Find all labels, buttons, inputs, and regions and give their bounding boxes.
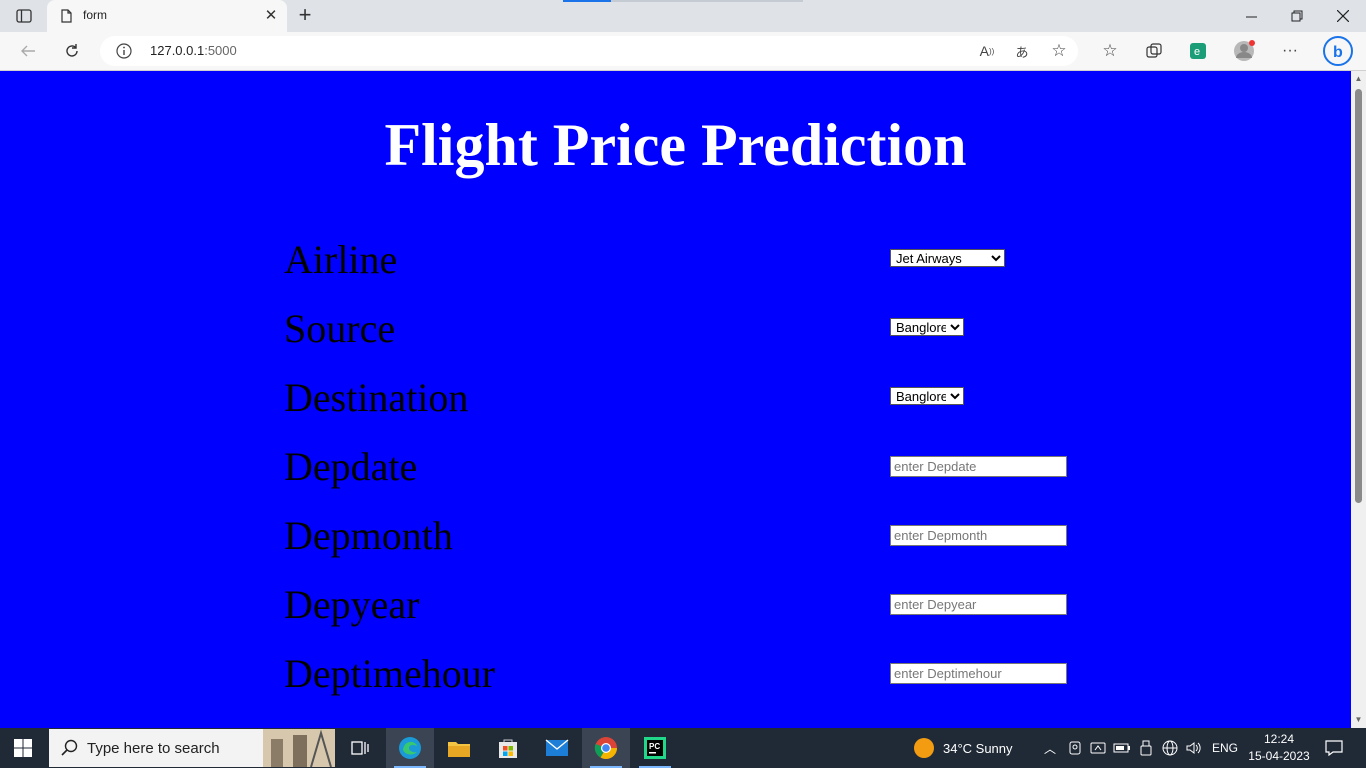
pycharm-taskbar-icon[interactable]: PC bbox=[631, 728, 679, 768]
depmonth-label: Depmonth bbox=[284, 513, 453, 558]
more-options-icon[interactable]: ··· bbox=[1279, 40, 1301, 62]
profile-avatar-icon[interactable] bbox=[1233, 40, 1255, 62]
camera-icon[interactable] bbox=[1066, 739, 1084, 757]
source-select[interactable]: Banglore bbox=[890, 318, 964, 336]
scroll-up-icon[interactable]: ▲ bbox=[1354, 74, 1363, 83]
svg-text:b: b bbox=[1333, 44, 1343, 61]
extension-icon[interactable]: e bbox=[1187, 40, 1209, 62]
svg-text:PC: PC bbox=[649, 742, 660, 751]
form-row-source: Source Banglore bbox=[284, 305, 1104, 355]
form-row-depyear: Depyear bbox=[284, 581, 1104, 631]
search-icon bbox=[61, 739, 78, 756]
clock-time: 12:24 bbox=[1263, 732, 1295, 746]
url-text: 127.0.0.1:5000 bbox=[150, 43, 237, 58]
weather-text[interactable]: 34°C Sunny bbox=[943, 728, 1013, 768]
usb-device-icon[interactable] bbox=[1137, 739, 1155, 757]
minimize-icon[interactable] bbox=[1228, 0, 1274, 32]
destination-label: Destination bbox=[284, 375, 469, 420]
collections-icon[interactable] bbox=[1143, 40, 1165, 62]
form-row-clipped bbox=[284, 714, 1104, 728]
show-hidden-icons-icon[interactable]: ︿ bbox=[1041, 739, 1059, 757]
tab-actions-icon[interactable] bbox=[8, 4, 40, 28]
language-indicator[interactable]: ENG bbox=[1212, 728, 1238, 768]
read-aloud-icon[interactable]: A)) bbox=[976, 40, 998, 62]
add-favorite-icon[interactable]: ☆ bbox=[1048, 40, 1070, 62]
notifications-icon[interactable] bbox=[1324, 738, 1344, 758]
back-icon[interactable] bbox=[17, 40, 39, 62]
system-clock[interactable]: 12:24 15-04-2023 bbox=[1244, 731, 1314, 765]
loading-track bbox=[611, 0, 803, 2]
task-view-icon[interactable] bbox=[336, 728, 384, 768]
mail-icon[interactable] bbox=[533, 728, 581, 768]
form-row-deptimehour: Deptimehour bbox=[284, 650, 1104, 700]
windows-start-icon[interactable] bbox=[14, 739, 32, 757]
restore-icon[interactable] bbox=[1274, 0, 1320, 32]
form-row-destination: Destination Banglore bbox=[284, 374, 1104, 424]
network-globe-icon[interactable] bbox=[1161, 739, 1179, 757]
file-explorer-icon[interactable] bbox=[435, 728, 483, 768]
form-row-depdate: Depdate bbox=[284, 443, 1104, 493]
deptimehour-input[interactable] bbox=[890, 663, 1067, 684]
source-label: Source bbox=[284, 306, 396, 351]
meet-now-icon[interactable] bbox=[1089, 739, 1107, 757]
airline-select[interactable]: Jet Airways bbox=[890, 249, 1005, 267]
page-title: Flight Price Prediction bbox=[384, 112, 967, 178]
depdate-label: Depdate bbox=[284, 444, 418, 489]
new-tab-icon[interactable]: + bbox=[294, 4, 316, 27]
windows-taskbar: Type here to search PC 34°C Sunny ︿ ENG … bbox=[0, 728, 1366, 768]
weather-sun-icon[interactable] bbox=[913, 737, 935, 759]
deptimehour-label: Deptimehour bbox=[284, 651, 496, 696]
close-tab-icon[interactable]: ✕ bbox=[263, 8, 279, 24]
form-row-depmonth: Depmonth bbox=[284, 512, 1104, 562]
svg-text:e: e bbox=[1194, 46, 1200, 58]
depmonth-input[interactable] bbox=[890, 525, 1067, 546]
page-content: Flight Price Prediction Airline Jet Airw… bbox=[0, 71, 1351, 728]
depyear-label: Depyear bbox=[284, 582, 420, 627]
depdate-input[interactable] bbox=[890, 456, 1067, 477]
microsoft-store-icon[interactable] bbox=[484, 728, 532, 768]
tab-form[interactable]: form ✕ bbox=[47, 0, 287, 32]
edge-taskbar-icon[interactable] bbox=[386, 728, 434, 768]
airline-label: Airline bbox=[284, 237, 398, 282]
page-icon bbox=[61, 9, 72, 23]
favorites-icon[interactable]: ☆ bbox=[1099, 40, 1121, 62]
scroll-down-icon[interactable]: ▼ bbox=[1354, 715, 1363, 724]
search-highlight-image bbox=[263, 729, 335, 768]
taskbar-search-box[interactable]: Type here to search bbox=[49, 729, 335, 768]
page-scrollbar[interactable]: ▲ ▼ bbox=[1351, 71, 1366, 728]
translate-icon[interactable]: あ bbox=[1011, 40, 1033, 62]
volume-icon[interactable] bbox=[1185, 739, 1203, 757]
search-placeholder: Type here to search bbox=[87, 740, 220, 757]
clock-date: 15-04-2023 bbox=[1248, 749, 1310, 763]
scrollbar-thumb[interactable] bbox=[1355, 89, 1362, 503]
close-window-icon[interactable] bbox=[1320, 0, 1366, 32]
address-bar[interactable]: 127.0.0.1:5000 bbox=[100, 36, 1078, 66]
depyear-input[interactable] bbox=[890, 594, 1067, 615]
bing-chat-icon[interactable]: b bbox=[1322, 35, 1354, 67]
loading-indicator bbox=[563, 0, 611, 2]
browser-toolbar: 127.0.0.1:5000 A)) あ ☆ ☆ e ··· b bbox=[0, 32, 1366, 71]
browser-tab-bar: form ✕ + bbox=[0, 0, 1366, 32]
destination-select[interactable]: Banglore bbox=[890, 387, 964, 405]
tab-title: form bbox=[83, 8, 107, 22]
chrome-taskbar-icon[interactable] bbox=[582, 728, 630, 768]
form-row-airline: Airline Jet Airways bbox=[284, 236, 1104, 286]
battery-icon[interactable] bbox=[1113, 739, 1131, 757]
refresh-icon[interactable] bbox=[61, 40, 83, 62]
site-info-icon[interactable] bbox=[116, 43, 132, 59]
